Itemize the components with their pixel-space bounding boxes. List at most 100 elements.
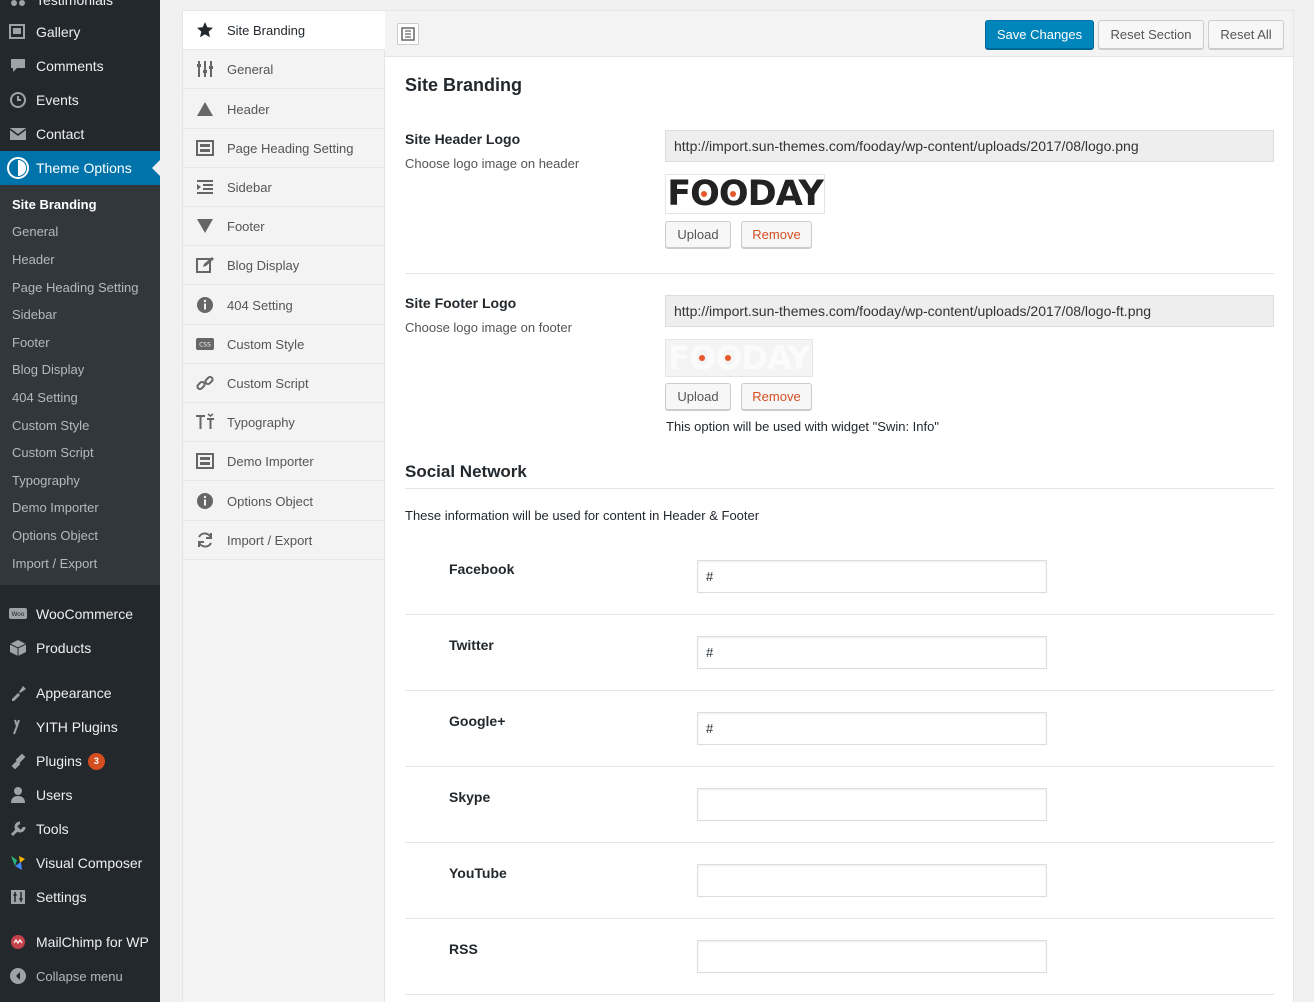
menu-item-tools[interactable]: Tools [0,812,160,846]
save-changes-button[interactable]: Save Changes [985,20,1094,49]
section-title: Site Branding [405,75,523,95]
menu-label: Theme Options [36,160,132,176]
menu-item-users[interactable]: Users [0,778,160,812]
field-divider [405,273,1274,274]
nav-page-heading-setting[interactable]: Page Heading Setting [183,129,384,168]
nav-options-object[interactable]: Options Object [183,482,384,521]
menu-item-visual-composer[interactable]: Visual Composer [0,846,160,880]
footer-logo-url-field[interactable]: http://import.sun-themes.com/fooday/wp-c… [665,295,1274,327]
nav-demo-importer[interactable]: Demo Importer [183,442,384,481]
menu-item-woocommerce[interactable]: Woo WooCommerce [0,597,160,631]
submenu-item-options-object[interactable]: Options Object [12,528,98,543]
facebook-input[interactable]: # [697,560,1047,593]
star-icon [183,21,227,39]
nav-header[interactable]: Header [183,90,384,129]
menu-label: Collapse menu [36,968,123,984]
products-icon [0,639,36,657]
testimonials-icon [0,0,36,9]
menu-label: Tools [36,821,69,837]
menu-item-mailchimp[interactable]: MailChimp for WP [0,925,160,959]
menu-item-plugins[interactable]: Plugins 3 [0,744,160,778]
youtube-label: YouTube [449,865,507,881]
nav-sidebar[interactable]: Sidebar [183,168,384,207]
menu-item-events[interactable]: Events [0,83,160,117]
collapse-menu-button[interactable]: Collapse menu [0,959,160,993]
admin-menu: Testimonials Gallery Comments Events Con… [0,0,160,1002]
twitter-input[interactable]: # [697,636,1047,669]
link-icon [183,374,227,392]
submenu-item-import-export[interactable]: Import / Export [12,556,97,571]
header-logo-upload-button[interactable]: Upload [665,221,731,248]
footer-logo-remove-button[interactable]: Remove [741,383,812,410]
submenu-item-footer[interactable]: Footer [12,335,50,350]
row-divider [405,766,1274,767]
submenu-item-custom-style[interactable]: Custom Style [12,418,89,433]
mailchimp-icon [0,933,36,951]
submenu-item-demo-importer[interactable]: Demo Importer [12,500,99,515]
nav-custom-script[interactable]: Custom Script [183,364,384,403]
yith-icon [0,718,36,736]
submenu-item-general[interactable]: General [12,224,58,239]
row-divider [405,690,1274,691]
nav-label: Typography [227,414,295,430]
window-icon [183,452,227,470]
nav-typography[interactable]: Typography [183,403,384,442]
footer-logo-text: FOODAY [668,339,811,377]
row-divider [405,918,1274,919]
section-divider [405,488,1274,489]
header-logo-desc: Choose logo image on header [405,156,580,171]
header-logo-url-field[interactable]: http://import.sun-themes.com/fooday/wp-c… [665,130,1274,162]
reset-section-button[interactable]: Reset Section [1098,20,1204,49]
menu-item-products[interactable]: Products [0,631,160,665]
nav-general[interactable]: General [183,50,384,89]
submenu-item-blog-display[interactable]: Blog Display [12,362,84,377]
submenu-item-typography[interactable]: Typography [12,473,80,488]
header-logo-text: FOODAY [667,174,824,214]
submenu-item-custom-script[interactable]: Custom Script [12,445,94,460]
nav-404-setting[interactable]: 404 Setting [183,286,384,325]
menu-label: MailChimp for WP [36,934,149,950]
menu-label: YITH Plugins [36,719,118,735]
skype-input[interactable] [697,788,1047,821]
footer-logo-note: This option will be used with widget "Sw… [666,419,939,434]
menu-item-gallery[interactable]: Gallery [0,15,160,49]
submenu-item-header[interactable]: Header [12,252,55,267]
header-logo-remove-button[interactable]: Remove [741,221,812,248]
row-divider [405,842,1274,843]
nav-site-branding[interactable]: Site Branding [183,11,385,50]
rss-input[interactable] [697,940,1047,973]
menu-item-settings[interactable]: Settings [0,880,160,914]
submenu-item-404-setting[interactable]: 404 Setting [12,390,78,405]
nav-custom-style[interactable]: CSS Custom Style [183,325,384,364]
row-divider [405,614,1274,615]
google-plus-input[interactable]: # [697,712,1047,745]
svg-text:CSS: CSS [199,342,211,349]
nav-footer[interactable]: Footer [183,207,384,246]
nav-label: Import / Export [227,532,313,548]
submenu-item-site-branding[interactable]: Site Branding [12,197,97,212]
menu-item-theme-options[interactable]: Theme Options [0,151,160,185]
facebook-label: Facebook [449,561,515,577]
youtube-input[interactable] [697,864,1047,897]
menu-item-appearance[interactable]: Appearance [0,676,160,710]
menu-item-yith-plugins[interactable]: YITH Plugins [0,710,160,744]
nav-label: Header [227,101,270,117]
nav-label: Demo Importer [227,453,314,469]
nav-label: Sidebar [227,179,272,195]
twitter-label: Twitter [449,637,494,653]
reset-all-button[interactable]: Reset All [1208,20,1284,49]
footer-logo-upload-button[interactable]: Upload [665,383,731,410]
menu-item-comments[interactable]: Comments [0,49,160,83]
settings-icon [0,888,36,906]
menu-label: Users [36,787,73,803]
menu-item-contact[interactable]: Contact [0,117,160,151]
appearance-icon [0,684,36,702]
submenu-item-sidebar[interactable]: Sidebar [12,307,57,322]
nav-import-export[interactable]: Import / Export [183,521,384,560]
expand-options-button[interactable] [397,23,419,45]
nav-blog-display[interactable]: Blog Display [183,246,384,285]
visual-composer-icon [0,854,36,872]
triangle-up-icon [183,100,227,118]
submenu-item-page-heading[interactable]: Page Heading Setting [12,280,138,295]
svg-text:Woo: Woo [12,611,25,618]
